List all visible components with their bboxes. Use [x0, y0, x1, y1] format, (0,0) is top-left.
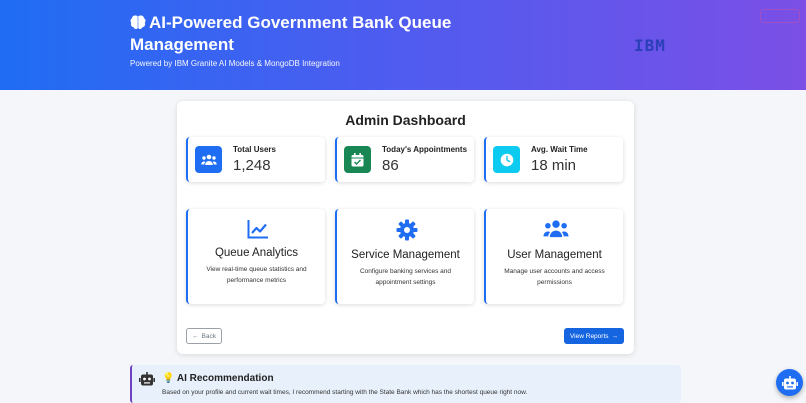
view-reports-label: View Reports	[569, 332, 609, 340]
back-button-label: Back	[201, 332, 216, 340]
feature-description: View real-time queue statistics and perf…	[206, 266, 307, 284]
chatbot-button[interactable]	[776, 369, 803, 396]
admin-dashboard-card: Admin Dashboard Total Users 1,248 Today'…	[177, 101, 634, 354]
view-reports-button[interactable]: View Reports →	[564, 328, 624, 344]
feature-title: Service Management	[351, 249, 460, 261]
page-subtitle: Powered by IBM Granite AI Models & Mongo…	[130, 59, 340, 68]
lightbulb-icon: 💡	[162, 373, 175, 384]
back-button[interactable]: ← Back	[186, 328, 222, 344]
stat-value: 86	[382, 157, 399, 174]
feature-card-service-management[interactable]: Service Management Configure banking ser…	[335, 209, 474, 304]
header-banner: AI-Powered Government Bank Queue Managem…	[0, 0, 806, 90]
recommendation-text: Based on your profile and current wait t…	[162, 389, 528, 396]
feature-card-queue-analytics[interactable]: Queue Analytics View real-time queue sta…	[186, 209, 325, 304]
recommendation-title-text: AI Recommendation	[176, 373, 274, 384]
clock-icon	[493, 146, 520, 173]
arrow-left-icon: ←	[192, 332, 199, 340]
stat-label: Avg. Wait Time	[531, 145, 588, 154]
stat-label: Today's Appointments	[382, 145, 468, 154]
feature-card-user-management[interactable]: User Management Manage user accounts and…	[484, 209, 623, 304]
ai-recommendation-panel: 💡 AI Recommendation Based on your profil…	[130, 365, 681, 403]
users-icon	[486, 219, 625, 241]
calendar-check-icon	[344, 146, 371, 173]
feature-description: Manage user accounts and access permissi…	[504, 268, 605, 286]
users-icon	[195, 146, 222, 173]
stat-label: Total Users	[233, 145, 276, 154]
page-title: AI-Powered Government Bank Queue Managem…	[130, 12, 490, 56]
stat-card-appointments: Today's Appointments 86	[335, 137, 474, 182]
stat-card-wait-time: Avg. Wait Time 18 min	[484, 137, 623, 182]
feature-description: Configure banking services and appointme…	[359, 268, 452, 286]
line-chart-icon	[188, 219, 327, 241]
feature-title: User Management	[507, 249, 602, 261]
brain-icon	[130, 15, 146, 29]
stat-value: 1,248	[233, 157, 271, 174]
dashboard-title: Admin Dashboard	[345, 112, 466, 128]
arrow-right-icon: →	[611, 332, 619, 340]
stat-value: 18 min	[531, 157, 577, 174]
gear-icon	[337, 219, 476, 241]
corner-button[interactable]	[760, 9, 800, 23]
robot-icon	[139, 372, 155, 386]
ibm-logo: IBM	[634, 36, 666, 55]
recommendation-title: 💡 AI Recommendation	[162, 373, 274, 384]
stat-card-total-users: Total Users 1,248	[186, 137, 325, 182]
feature-title: Queue Analytics	[214, 247, 299, 259]
page-title-text: AI-Powered Government Bank Queue Managem…	[130, 13, 452, 54]
robot-icon	[781, 375, 798, 389]
